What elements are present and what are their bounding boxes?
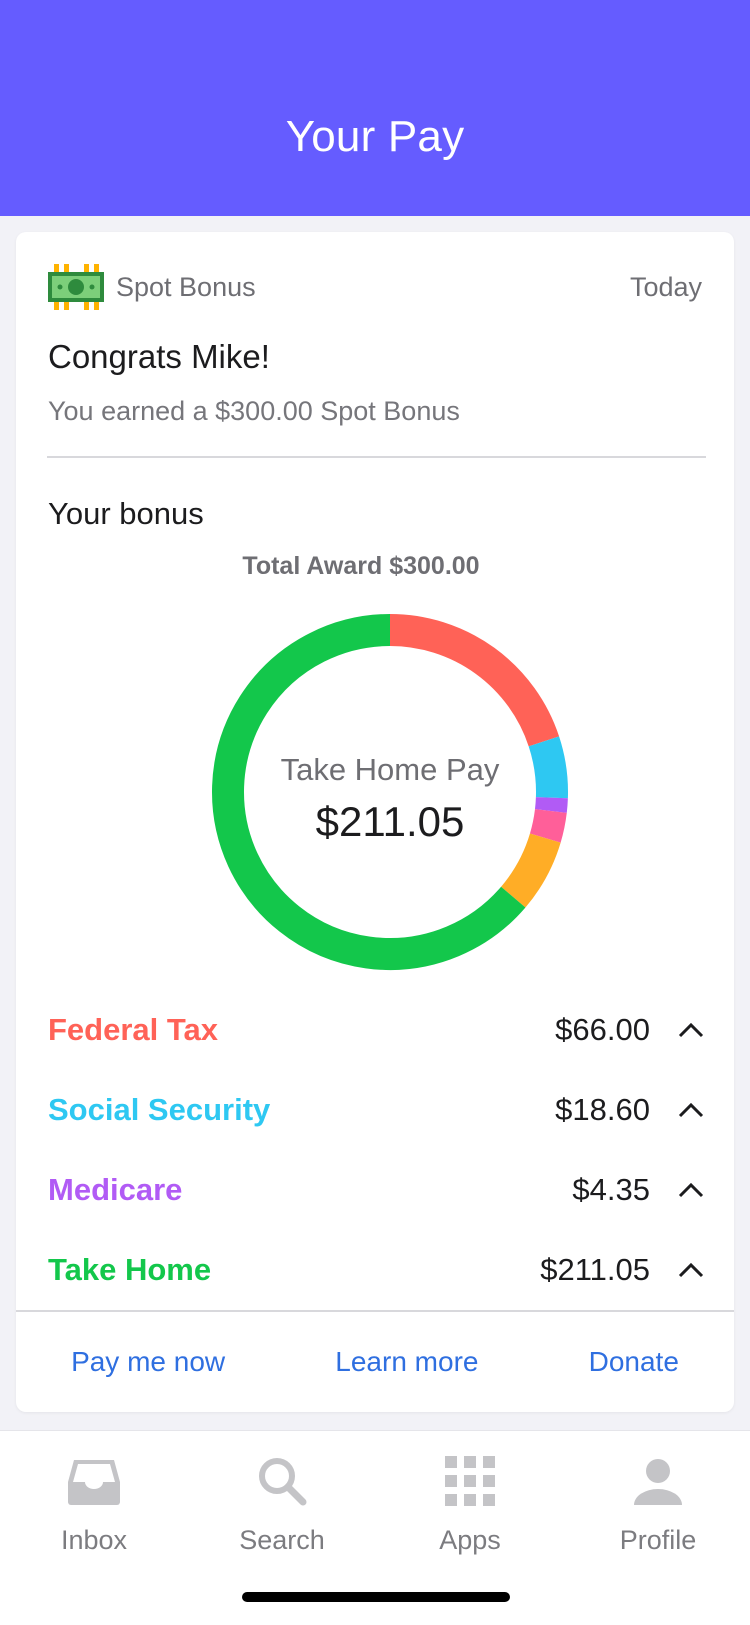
- total-award-text: Total Award $300.00: [242, 552, 480, 580]
- header: Your Pay: [0, 0, 750, 216]
- home-indicator: [242, 1592, 510, 1602]
- breakdown-row-federal-tax[interactable]: Federal Tax $66.00: [48, 990, 706, 1070]
- breakdown-amount: $211.05: [540, 1252, 650, 1287]
- donate-link[interactable]: Donate: [589, 1346, 679, 1378]
- search-icon: [188, 1451, 376, 1511]
- tab-label: Profile: [619, 1525, 697, 1555]
- donut-slice-other-4: [500, 833, 561, 908]
- breakdown-amount: $18.60: [555, 1092, 650, 1127]
- breakdown-label: Medicare: [48, 1172, 183, 1207]
- tab-label: Inbox: [60, 1525, 128, 1555]
- earned-text: You earned a $300.00 Spot Bonus: [48, 396, 460, 426]
- tab-label: Apps: [439, 1525, 501, 1555]
- bonus-card: Spot Bonus Today Congrats Mike! You earn…: [16, 232, 734, 1412]
- breakdown-list: Federal Tax $66.00 Social Security $18.6…: [48, 990, 706, 1310]
- chevron-up-icon[interactable]: [676, 1175, 706, 1205]
- breakdown-label: Social Security: [48, 1092, 271, 1127]
- bonus-type-label: Spot Bonus: [116, 271, 256, 302]
- donut-center-value: $211.05: [315, 798, 465, 845]
- pay-donut-chart: [212, 614, 568, 970]
- breakdown-amount: $4.35: [572, 1172, 650, 1207]
- page-title: Your Pay: [285, 112, 465, 161]
- money-bill-icon: [48, 264, 104, 310]
- breakdown-row-take-home[interactable]: Take Home $211.05: [48, 1230, 706, 1310]
- bonus-date: Today: [629, 271, 702, 302]
- tab-profile[interactable]: Profile: [564, 1451, 750, 1556]
- chevron-up-icon[interactable]: [676, 1015, 706, 1045]
- donut-slice-take-home: [212, 614, 526, 970]
- divider: [47, 456, 706, 458]
- breakdown-label: Take Home: [48, 1252, 212, 1287]
- pay-me-now-link[interactable]: Pay me now: [71, 1346, 225, 1378]
- tab-apps[interactable]: Apps: [376, 1451, 564, 1556]
- breakdown-amount: $66.00: [555, 1012, 650, 1047]
- tab-inbox[interactable]: Inbox: [0, 1451, 188, 1556]
- breakdown-label: Federal Tax: [48, 1012, 219, 1047]
- total-award: Total Award $300.00: [16, 552, 734, 581]
- section-title: Your bonus: [48, 496, 204, 531]
- tab-search[interactable]: Search: [188, 1451, 376, 1556]
- congrats-heading: Congrats Mike!: [48, 338, 270, 375]
- card-actions: Pay me now Learn more Donate: [16, 1312, 734, 1412]
- donut-center-label: Take Home Pay: [280, 752, 500, 787]
- tab-label: Search: [239, 1525, 325, 1555]
- breakdown-row-social-security[interactable]: Social Security $18.60: [48, 1070, 706, 1150]
- learn-more-link[interactable]: Learn more: [335, 1346, 478, 1378]
- chevron-up-icon[interactable]: [676, 1095, 706, 1125]
- donut-slice-federal-tax: [389, 614, 560, 747]
- chevron-up-icon[interactable]: [676, 1255, 706, 1285]
- card-header: Spot Bonus Today: [48, 264, 702, 310]
- inbox-icon: [0, 1451, 188, 1511]
- apps-grid-icon: [376, 1451, 564, 1511]
- profile-icon: [564, 1451, 750, 1511]
- breakdown-row-medicare[interactable]: Medicare $4.35: [48, 1150, 706, 1230]
